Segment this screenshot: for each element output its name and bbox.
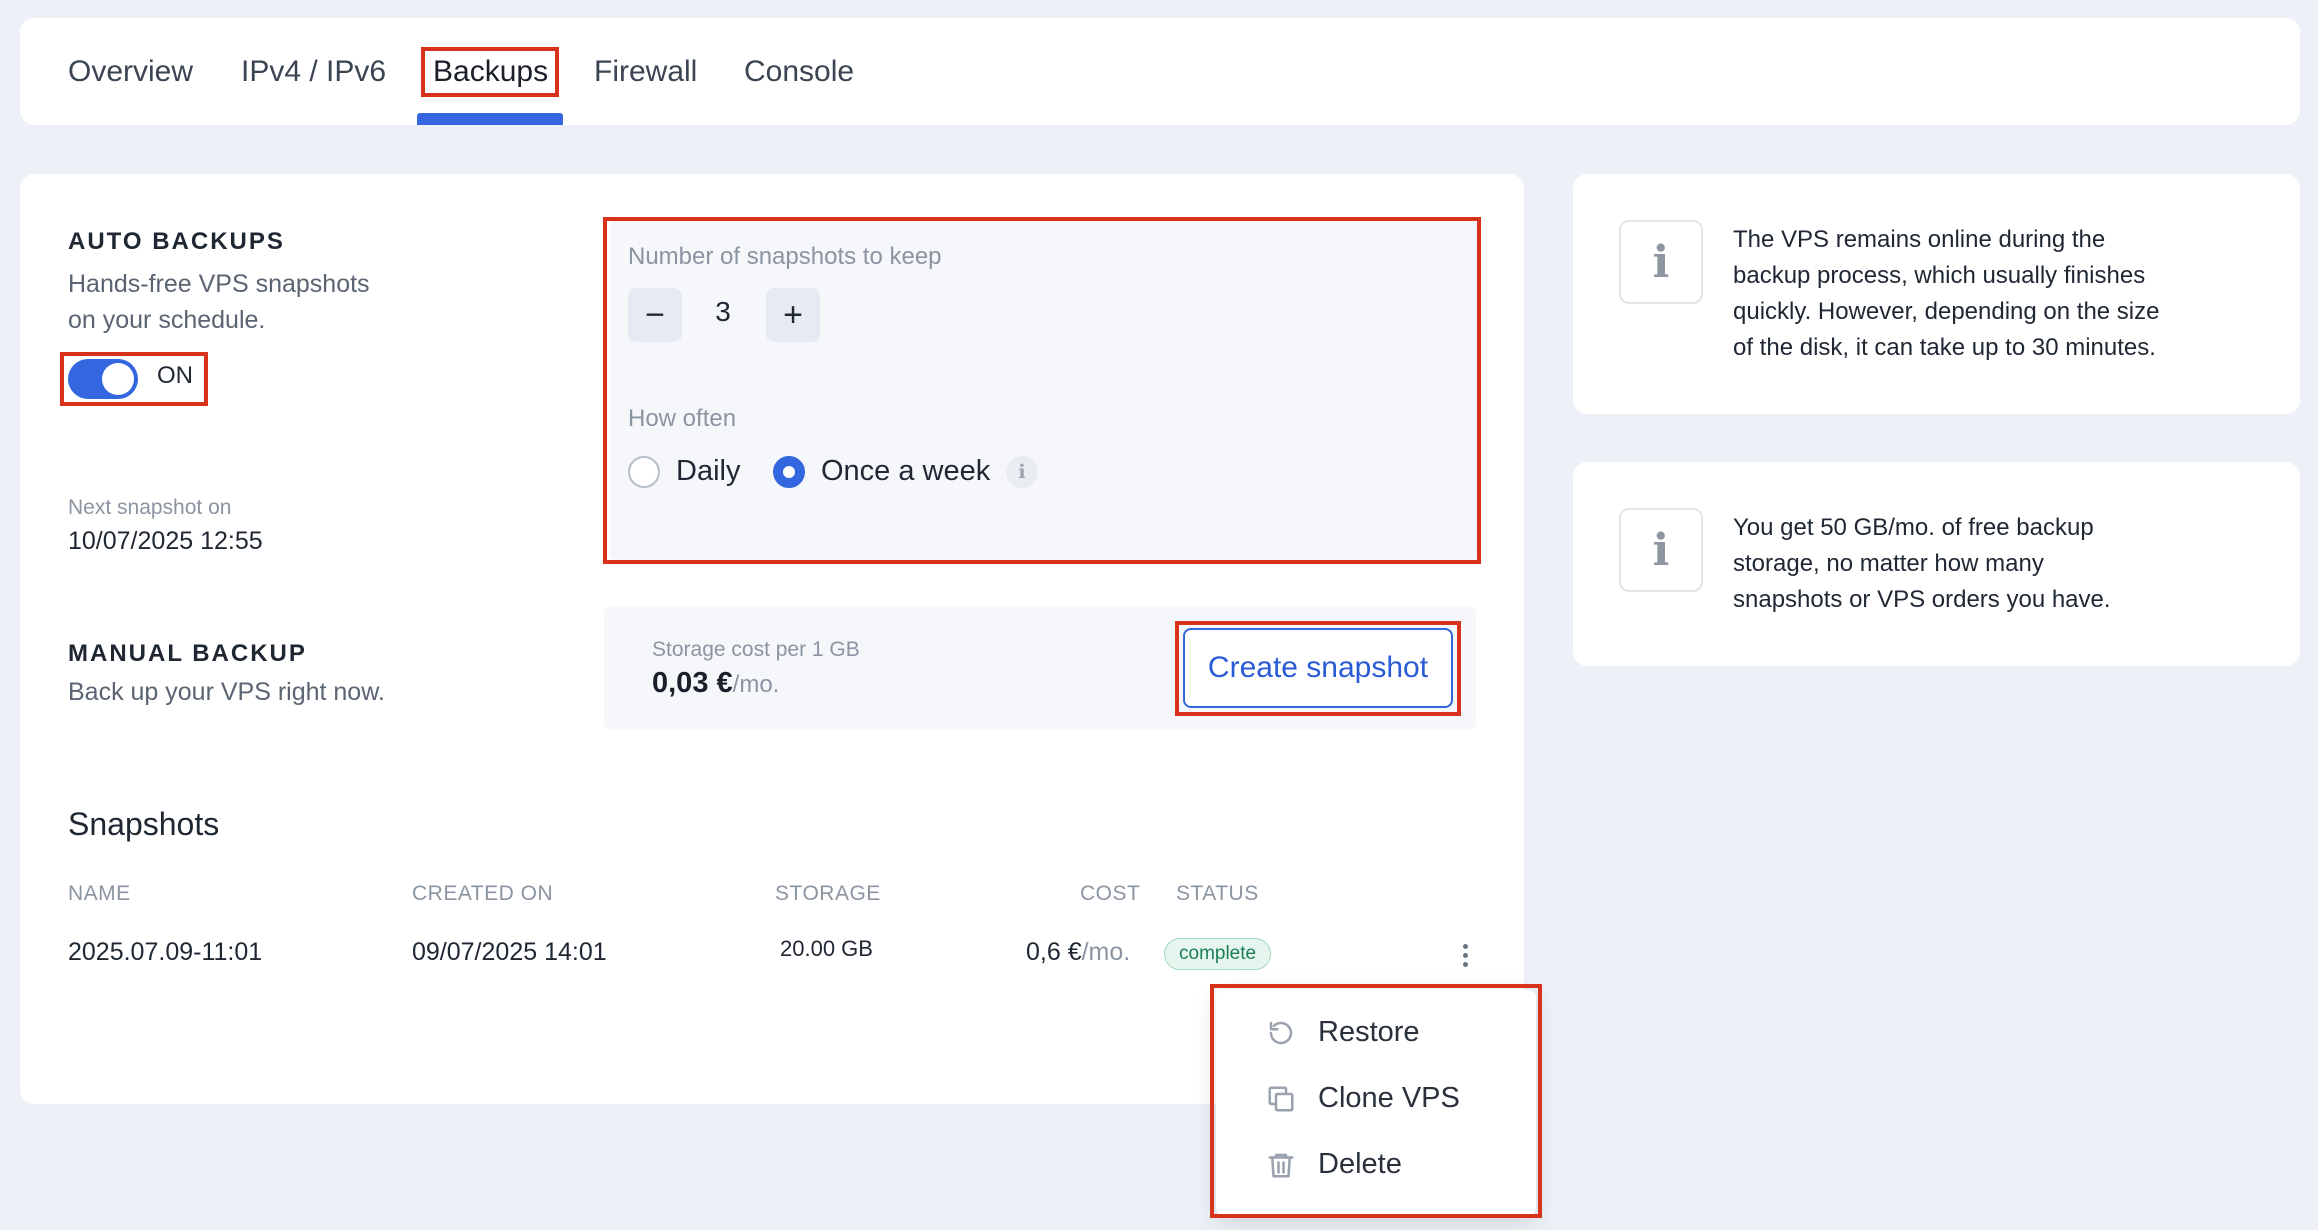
- next-snapshot-label: Next snapshot on: [68, 496, 232, 519]
- info-text-storage: You get 50 GB/mo. of free backup storage…: [1733, 510, 2111, 618]
- storage-cost-label: Storage cost per 1 GB: [652, 638, 860, 661]
- storage-cost-value: 0,03 €/mo.: [652, 667, 779, 700]
- col-storage: STORAGE: [775, 882, 881, 905]
- snapshot-storage: 20.00 GB: [780, 936, 873, 961]
- info-line: of the disk, it can take up to 30 minute…: [1733, 334, 2156, 361]
- how-often-label: How often: [628, 405, 737, 432]
- tab-bar: Overview IPv4 / IPv6 Backups Firewall Co…: [20, 18, 2300, 125]
- col-created-on: CREATED ON: [412, 882, 554, 905]
- col-cost: COST: [1080, 882, 1141, 905]
- manual-backup-title: MANUAL BACKUP: [68, 640, 307, 667]
- auto-backups-title: AUTO BACKUPS: [68, 228, 285, 255]
- auto-backups-desc-2: on your schedule.: [68, 306, 266, 334]
- radio-daily-label: Daily: [676, 455, 741, 487]
- info-line: snapshots or VPS orders you have.: [1733, 586, 2111, 613]
- radio-daily[interactable]: [628, 456, 660, 488]
- info-line: storage, no matter how many: [1733, 550, 2044, 577]
- snapshot-cost-value: 0,6 €: [1026, 938, 1082, 966]
- tab-overview[interactable]: Overview: [68, 18, 193, 125]
- storage-cost-unit: /mo.: [732, 671, 780, 698]
- storage-cost-currency: €: [716, 667, 733, 699]
- decrement-button[interactable]: −: [628, 288, 682, 342]
- info-icon: i: [1619, 220, 1703, 304]
- highlight-create-snapshot: [1175, 621, 1461, 716]
- radio-once-a-week[interactable]: [773, 456, 805, 488]
- tab-ipv4-ipv6[interactable]: IPv4 / IPv6: [241, 18, 386, 125]
- info-icon[interactable]: i: [1006, 456, 1038, 488]
- info-text-duration: The VPS remains online during the backup…: [1733, 222, 2159, 366]
- info-line: quickly. However, depending on the size: [1733, 298, 2160, 325]
- col-status: STATUS: [1176, 882, 1259, 905]
- next-snapshot-value: 10/07/2025 12:55: [68, 527, 263, 555]
- snapshot-created: 09/07/2025 14:01: [412, 938, 607, 966]
- tab-firewall[interactable]: Firewall: [594, 18, 697, 125]
- info-card-duration: i The VPS remains online during the back…: [1573, 174, 2300, 414]
- info-card-storage: i You get 50 GB/mo. of free backup stora…: [1573, 462, 2300, 666]
- active-tab-indicator: [417, 113, 563, 125]
- info-line: backup process, which usually finishes: [1733, 262, 2146, 289]
- keep-value: 3: [715, 296, 731, 327]
- info-icon: i: [1619, 508, 1703, 592]
- snapshots-title: Snapshots: [68, 806, 220, 842]
- storage-cost-amount: 0,03: [652, 667, 709, 699]
- highlight-actions-menu: [1210, 984, 1542, 1218]
- highlight-toggle: [60, 352, 208, 406]
- col-name: NAME: [68, 882, 131, 905]
- snapshot-name: 2025.07.09-11:01: [68, 938, 263, 966]
- info-line: The VPS remains online during the: [1733, 226, 2106, 253]
- keep-label: Number of snapshots to keep: [628, 243, 942, 270]
- snapshot-cost-unit: /mo.: [1081, 938, 1131, 966]
- row-actions-menu-icon[interactable]: [1458, 944, 1472, 974]
- info-line: You get 50 GB/mo. of free backup: [1733, 514, 2094, 541]
- highlight-backups-tab: [421, 47, 559, 97]
- snapshot-cost: 0,6 €/mo.: [1026, 938, 1130, 967]
- tab-console[interactable]: Console: [744, 18, 854, 125]
- manual-backup-desc: Back up your VPS right now.: [68, 678, 385, 706]
- radio-once-a-week-label: Once a week: [821, 455, 991, 487]
- auto-backups-desc-1: Hands-free VPS snapshots: [68, 270, 370, 298]
- status-badge: complete: [1164, 938, 1272, 970]
- increment-button[interactable]: +: [766, 288, 820, 342]
